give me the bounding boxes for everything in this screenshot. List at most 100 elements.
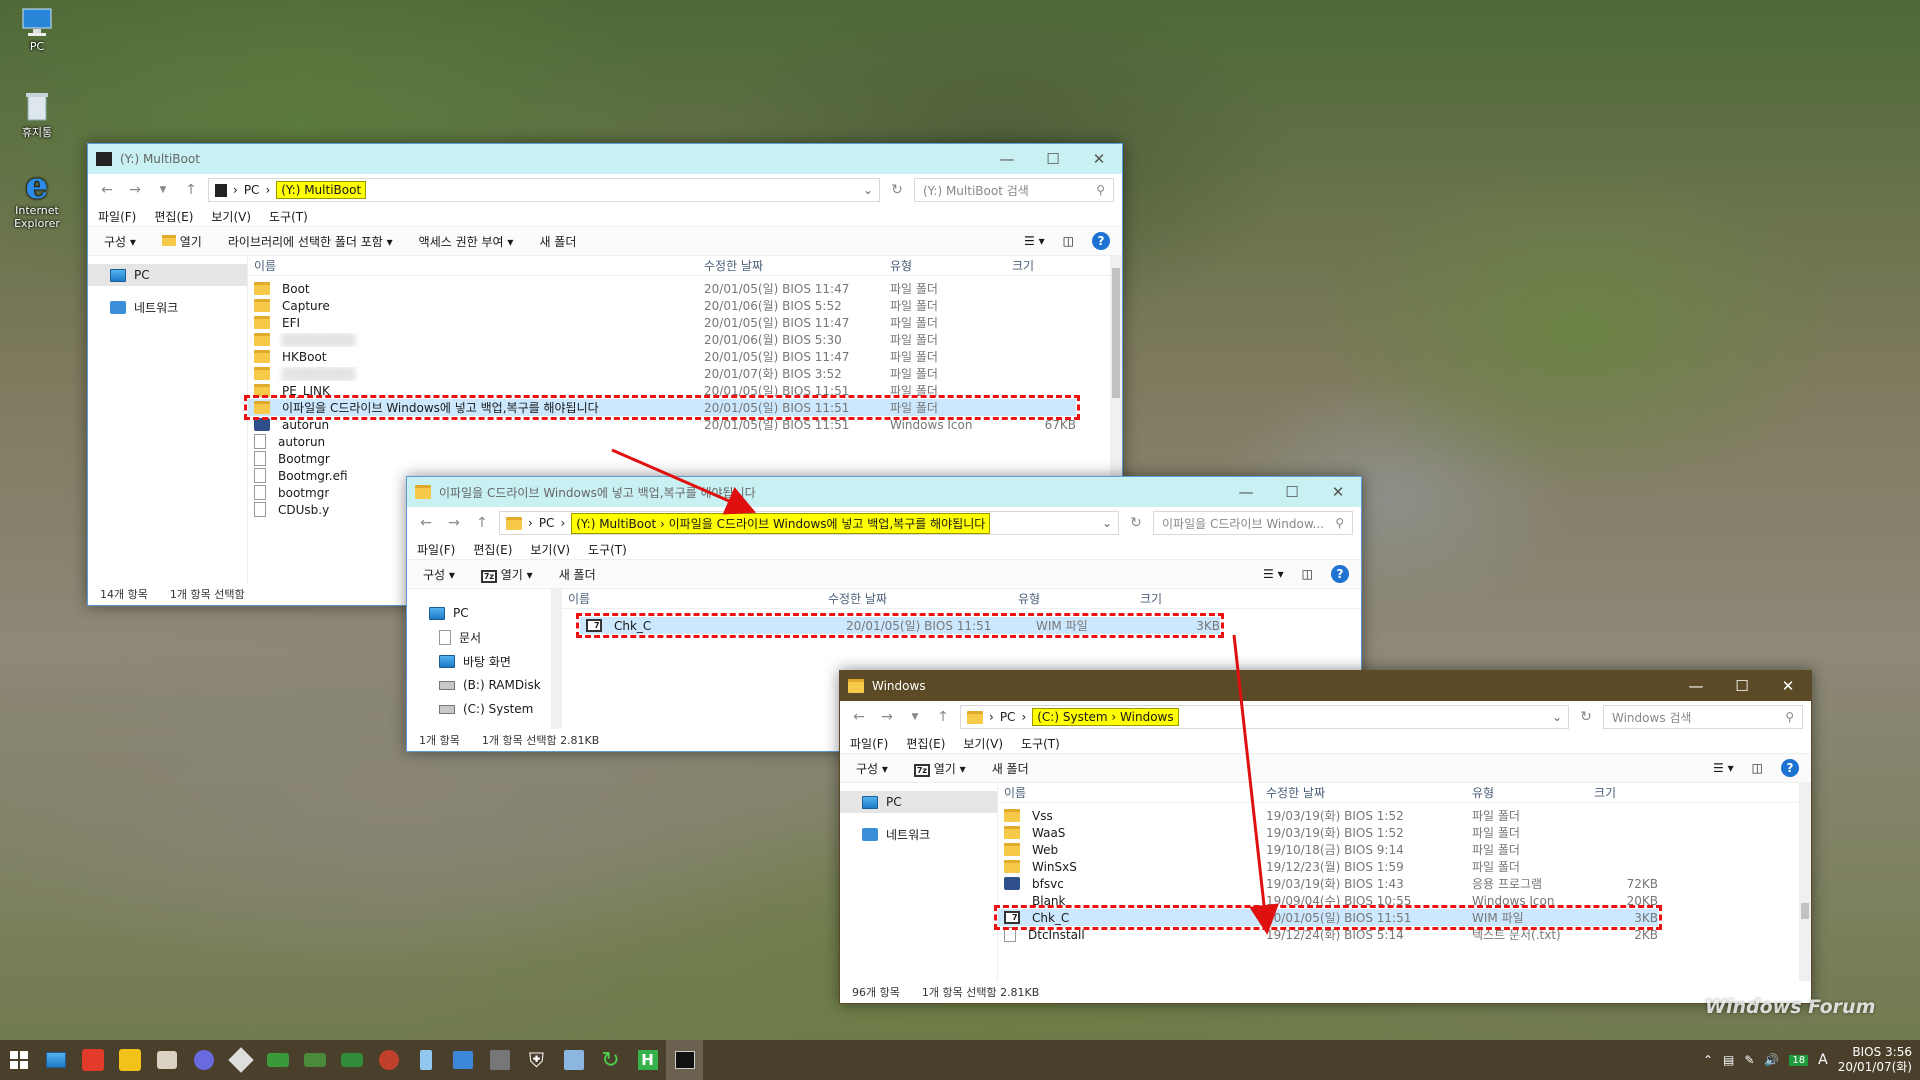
nav-item-system[interactable]: (C:) System [407, 697, 561, 721]
breadcrumb-highlight[interactable]: (Y:) MultiBoot › 이파일을 C드라이브 Windows에 넣고 … [571, 512, 991, 534]
menu-file[interactable]: 파일(F) [98, 208, 136, 225]
address-dropdown-icon[interactable]: ⌄ [863, 183, 873, 197]
desktop-icon-ie[interactable]: e Internet Explorer [5, 165, 69, 230]
file-row[interactable]: autorun 20/01/05(일) BIOS 11:51 Windows Ico… [248, 416, 1076, 433]
view-options-icon[interactable]: ☰ ▾ [1024, 234, 1045, 248]
column-date[interactable]: 수정한 날짜 [1260, 784, 1466, 801]
nav-item-documents[interactable]: 문서 [407, 625, 561, 649]
address-bar[interactable]: › PC › (Y:) MultiBoot ⌄ [208, 178, 880, 202]
share-with-button[interactable]: 액세스 권한 부여 ▾ [419, 233, 514, 250]
refresh-icon[interactable]: ↻ [886, 182, 908, 198]
menu-view[interactable]: 보기(V) [530, 541, 570, 558]
file-row[interactable]: DtcInstall 19/12/24(화) BIOS 5:14 텍스트 문서(.t… [998, 926, 1658, 943]
maximize-button[interactable]: ☐ [1269, 477, 1315, 507]
minimize-button[interactable]: — [984, 144, 1030, 174]
organize-button[interactable]: 구성 ▾ [856, 760, 888, 777]
taskbar-terminal[interactable] [666, 1040, 703, 1080]
organize-button[interactable]: 구성 ▾ [104, 233, 136, 250]
scrollbar-thumb[interactable] [1112, 268, 1120, 398]
file-row[interactable]: WinSxS 19/12/23(월) BIOS 1:59 파일 폴더 [998, 858, 1658, 875]
menu-tools[interactable]: 도구(T) [588, 541, 627, 558]
explorer-window-windows[interactable]: Windows — ☐ ✕ ← → ▼ ↑ › PC › (C:) System… [839, 670, 1812, 1004]
address-dropdown-icon[interactable]: ⌄ [1552, 710, 1562, 724]
include-in-library-button[interactable]: 라이브러리에 선택한 폴더 포함 ▾ [228, 233, 393, 250]
file-row[interactable]: Vss 19/03/19(화) BIOS 1:52 파일 폴더 [998, 807, 1658, 824]
vertical-scrollbar[interactable] [1799, 783, 1811, 981]
forward-arrow-icon[interactable]: → [124, 182, 146, 198]
address-bar[interactable]: › PC › (Y:) MultiBoot › 이파일을 C드라이브 Windo… [499, 511, 1119, 535]
open-button[interactable]: 7z 열기 ▾ [480, 566, 533, 583]
volume-tray-icon[interactable]: 🔊 [1764, 1053, 1779, 1067]
up-arrow-icon[interactable]: ↑ [932, 709, 954, 725]
file-row[interactable]: Web 19/10/18(금) BIOS 9:14 파일 폴더 [998, 841, 1658, 858]
up-arrow-icon[interactable]: ↑ [180, 182, 202, 198]
file-row[interactable]: autorun [248, 433, 1076, 450]
preview-pane-icon[interactable]: ◫ [1063, 234, 1074, 248]
desktop-icon-recycle-bin[interactable]: 휴지통 [5, 90, 69, 140]
column-size[interactable]: 크기 [1006, 257, 1086, 274]
menu-view[interactable]: 보기(V) [963, 735, 1003, 752]
nav-item-network[interactable]: 네트워크 [840, 823, 997, 845]
taskbar-app-9[interactable] [555, 1040, 592, 1080]
open-button[interactable]: 열기 [161, 233, 202, 250]
minimize-button[interactable]: — [1673, 671, 1719, 701]
file-row[interactable]: ░░░░░░░░ 20/01/07(화) BIOS 3:52 파일 폴더 [248, 365, 1076, 382]
search-input[interactable]: Windows 검색 ⚲ [1603, 705, 1803, 729]
taskbar-refresh[interactable]: ↻ [592, 1040, 629, 1080]
tray-badge[interactable]: 18 [1789, 1054, 1809, 1066]
file-row[interactable]: EFI 20/01/05(일) BIOS 11:47 파일 폴더 [248, 314, 1076, 331]
new-folder-button[interactable]: 새 폴더 [539, 233, 576, 250]
menu-file[interactable]: 파일(F) [417, 541, 455, 558]
title-bar[interactable]: (Y:) MultiBoot — ☐ ✕ [88, 144, 1122, 174]
taskbar-app-7[interactable] [444, 1040, 481, 1080]
refresh-icon[interactable]: ↻ [1125, 515, 1147, 531]
nav-item-pc[interactable]: PC [840, 791, 997, 813]
menu-edit[interactable]: 편집(E) [473, 541, 512, 558]
up-arrow-icon[interactable]: ↑ [471, 515, 493, 531]
file-row[interactable]: Bootmgr [248, 450, 1076, 467]
start-button[interactable] [0, 1040, 37, 1080]
maximize-button[interactable]: ☐ [1719, 671, 1765, 701]
title-bar[interactable]: 이파일을 C드라이브 Windows에 넣고 백업,복구를 해야됩니다 — ☐ … [407, 477, 1361, 507]
forward-arrow-icon[interactable]: → [443, 515, 465, 531]
help-icon[interactable]: ? [1092, 232, 1110, 250]
file-row[interactable]: Boot 20/01/05(일) BIOS 11:47 파일 폴더 [248, 280, 1076, 297]
menu-file[interactable]: 파일(F) [850, 735, 888, 752]
desktop-icon-pc[interactable]: PC [5, 6, 69, 53]
file-row[interactable]: bfsvc 19/03/19(화) BIOS 1:43 응용 프로그램 72KB [998, 875, 1658, 892]
clock[interactable]: BIOS 3:56 20/01/07(화) [1838, 1045, 1912, 1075]
menu-edit[interactable]: 편집(E) [906, 735, 945, 752]
breadcrumb-pc[interactable]: PC [244, 183, 260, 197]
view-options-icon[interactable]: ☰ ▾ [1263, 567, 1284, 581]
breadcrumb-pc[interactable]: PC [1000, 710, 1016, 724]
taskbar-explorer[interactable] [37, 1040, 74, 1080]
nav-item-ramdisk[interactable]: (B:) RAMDisk [407, 673, 561, 697]
taskbar-app-red[interactable] [74, 1040, 111, 1080]
recent-dropdown-icon[interactable]: ▼ [904, 712, 926, 722]
file-row[interactable]: Capture 20/01/06(월) BIOS 5:52 파일 폴더 [248, 297, 1076, 314]
file-row[interactable]: ░░░░░░░░ 20/01/06(월) BIOS 5:30 파일 폴더 [248, 331, 1076, 348]
taskbar-app-8[interactable] [481, 1040, 518, 1080]
taskbar-player[interactable] [111, 1040, 148, 1080]
breadcrumb-multiboot[interactable]: (Y:) MultiBoot [276, 181, 367, 199]
tray-chevron-icon[interactable]: ⌃ [1703, 1053, 1713, 1067]
column-date[interactable]: 수정한 날짜 [698, 257, 884, 274]
nav-item-network[interactable]: 네트워크 [88, 296, 247, 318]
nav-scrollbar[interactable] [551, 589, 561, 729]
view-options-icon[interactable]: ☰ ▾ [1713, 761, 1734, 775]
maximize-button[interactable]: ☐ [1030, 144, 1076, 174]
close-button[interactable]: ✕ [1076, 144, 1122, 174]
help-icon[interactable]: ? [1331, 565, 1349, 583]
column-name[interactable]: 이름 [998, 784, 1260, 801]
column-size[interactable]: 크기 [1588, 784, 1668, 801]
column-type[interactable]: 유형 [1012, 590, 1134, 607]
preview-pane-icon[interactable]: ◫ [1302, 567, 1313, 581]
network-tray-icon[interactable]: ▤ [1723, 1053, 1734, 1067]
file-row[interactable]: 이파일을 C드라이브 Windows에 넣고 백업,복구를 해야됩니다 20/01… [244, 395, 1080, 420]
search-input[interactable]: 이파일을 C드라이브 Window... ⚲ [1153, 511, 1353, 535]
title-bar[interactable]: Windows — ☐ ✕ [840, 671, 1811, 701]
taskbar-h-app[interactable]: H [629, 1040, 666, 1080]
file-row[interactable]: HKBoot 20/01/05(일) BIOS 11:47 파일 폴더 [248, 348, 1076, 365]
nav-item-pc[interactable]: PC [407, 601, 561, 625]
pen-tray-icon[interactable]: ✎ [1744, 1053, 1754, 1067]
